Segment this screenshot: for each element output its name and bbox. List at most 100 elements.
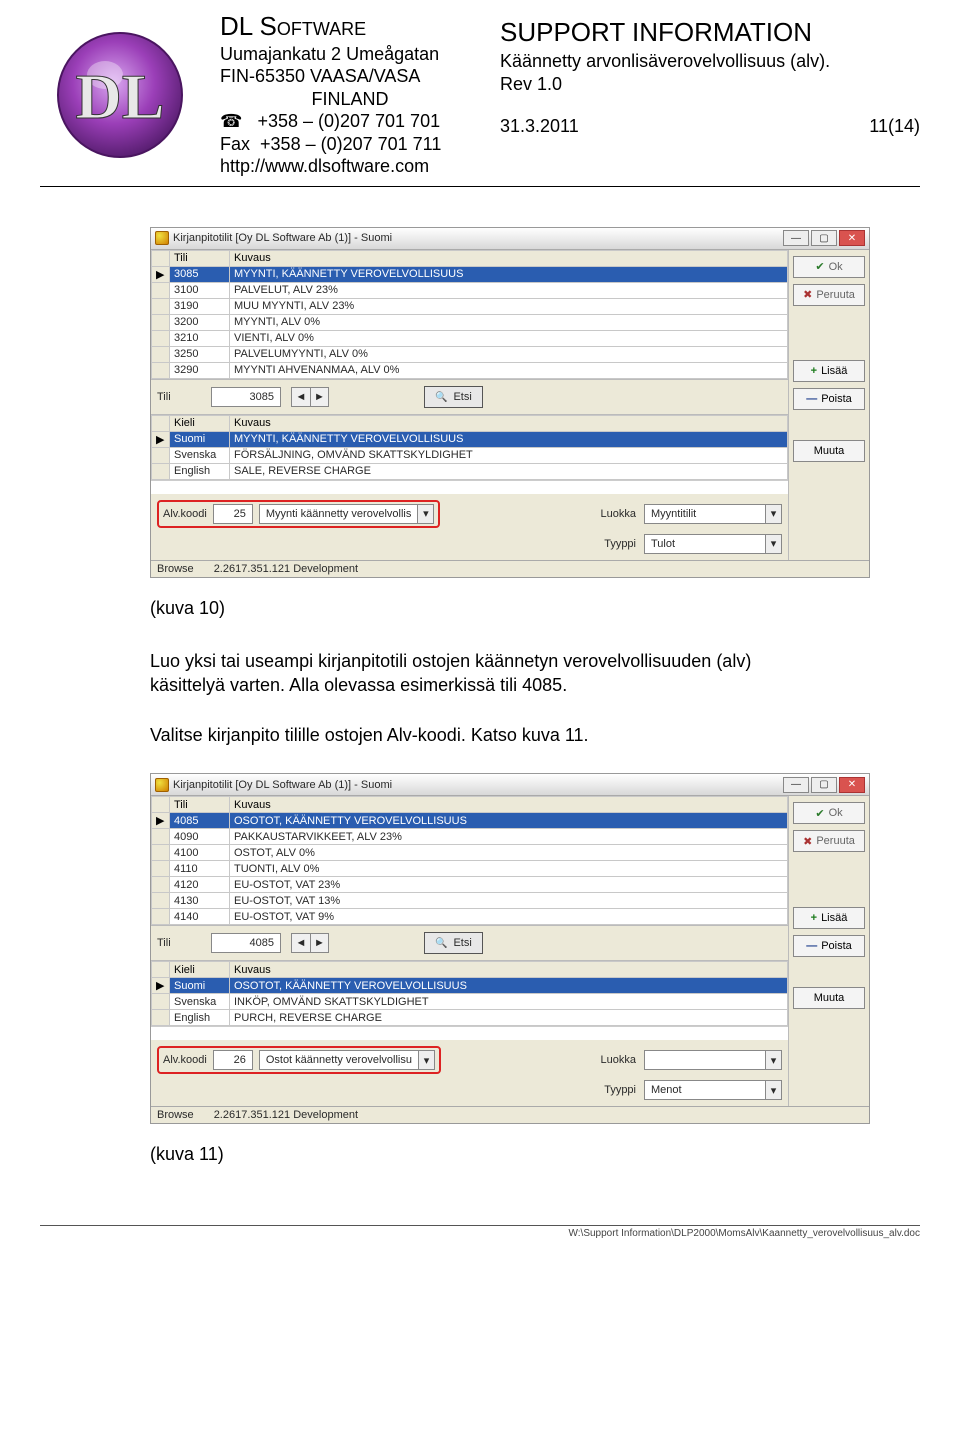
alv-label: Alv.koodi xyxy=(163,508,207,520)
nav-arrows[interactable]: ◄► xyxy=(291,387,329,407)
check-icon xyxy=(815,260,824,273)
prev-icon[interactable]: ◄ xyxy=(292,388,310,406)
alv-highlight: Alv.koodi 25 Myynti käännetty verovelvol… xyxy=(157,500,440,528)
next-icon[interactable]: ► xyxy=(310,388,328,406)
x-icon xyxy=(803,835,812,848)
table-row: 4100OSTOT, ALV 0% xyxy=(152,845,788,861)
add-button[interactable]: +Lisää xyxy=(793,360,865,382)
figure-caption-11: (kuva 11) xyxy=(150,1144,920,1165)
table-row: 3200MYYNTI, ALV 0% xyxy=(152,314,788,330)
language-table[interactable]: KieliKuvaus ▶SuomiMYYNTI, KÄÄNNETTY VERO… xyxy=(151,415,788,480)
plus-icon: + xyxy=(811,365,817,377)
tili-label: Tili xyxy=(157,391,201,403)
chevron-down-icon[interactable]: ▾ xyxy=(417,505,433,523)
col-tili[interactable]: Tili xyxy=(170,797,230,813)
chevron-down-icon[interactable]: ▾ xyxy=(765,535,781,553)
table-row: 3210VIENTI, ALV 0% xyxy=(152,330,788,346)
search-icon xyxy=(435,391,447,403)
edit-button[interactable]: Muuta xyxy=(793,440,865,462)
minimize-button[interactable]: — xyxy=(783,230,809,246)
window-title: Kirjanpitotilit [Oy DL Software Ab (1)] … xyxy=(173,232,392,244)
table-row: 3250PALVELUMYYNTI, ALV 0% xyxy=(152,346,788,362)
table-row: 3290MYYNTI AHVENANMAA, ALV 0% xyxy=(152,362,788,378)
chevron-down-icon[interactable]: ▾ xyxy=(765,505,781,523)
ok-button[interactable]: Ok xyxy=(793,256,865,278)
support-title: SUPPORT INFORMATION xyxy=(500,16,920,50)
prev-icon[interactable]: ◄ xyxy=(292,934,310,952)
alv-combo[interactable]: Myynti käännetty verovelvollis▾ xyxy=(259,504,435,524)
add-button[interactable]: +Lisää xyxy=(793,907,865,929)
table-row: 4140EU-OSTOT, VAT 9% xyxy=(152,909,788,925)
language-table[interactable]: KieliKuvaus ▶SuomiOSOTOT, KÄÄNNETTY VERO… xyxy=(151,961,788,1026)
tyyppi-label: Tyyppi xyxy=(604,538,636,550)
luokka-combo[interactable]: ▾ xyxy=(644,1050,782,1070)
page-number: 11(14) xyxy=(869,115,920,138)
body-paragraph: Valitse kirjanpito tilille ostojen Alv-k… xyxy=(150,723,810,747)
tili-input[interactable]: 3085 xyxy=(211,387,281,407)
minus-icon: — xyxy=(806,393,817,405)
table-row: ▶SuomiMYYNTI, KÄÄNNETTY VEROVELVOLLISUUS xyxy=(152,431,788,447)
check-icon xyxy=(815,807,824,820)
screenshot-kuva-10: Kirjanpitotilit [Oy DL Software Ab (1)] … xyxy=(150,227,870,578)
col-kuvaus[interactable]: Kuvaus xyxy=(230,250,788,266)
col-kuvaus[interactable]: Kuvaus xyxy=(230,797,788,813)
ok-button[interactable]: Ok xyxy=(793,802,865,824)
tili-input[interactable]: 4085 xyxy=(211,933,281,953)
close-button[interactable]: ✕ xyxy=(839,777,865,793)
alv-combo[interactable]: Ostot käännetty verovelvollisu▾ xyxy=(259,1050,435,1070)
minimize-button[interactable]: — xyxy=(783,777,809,793)
table-row: 4110TUONTI, ALV 0% xyxy=(152,861,788,877)
table-row: 3190MUU MYYNTI, ALV 23% xyxy=(152,298,788,314)
accounts-table[interactable]: TiliKuvaus ▶3085MYYNTI, KÄÄNNETTY VEROVE… xyxy=(151,250,788,379)
col-tili[interactable]: Tili xyxy=(170,250,230,266)
col-kieli[interactable]: Kieli xyxy=(170,415,230,431)
phone-line: ☎ +358 – (0)207 701 701 xyxy=(220,110,480,133)
maximize-button[interactable]: ▢ xyxy=(811,230,837,246)
table-row: ▶3085MYYNTI, KÄÄNNETTY VEROVELVOLLISUUS xyxy=(152,266,788,282)
tyyppi-combo[interactable]: Menot▾ xyxy=(644,1080,782,1100)
app-icon xyxy=(155,231,169,245)
chevron-down-icon[interactable]: ▾ xyxy=(765,1051,781,1069)
nav-arrows[interactable]: ◄► xyxy=(291,933,329,953)
edit-button[interactable]: Muuta xyxy=(793,987,865,1009)
alv-code-input[interactable]: 26 xyxy=(213,1050,253,1070)
svg-text:DL: DL xyxy=(76,61,165,132)
cancel-button[interactable]: Peruuta xyxy=(793,830,865,852)
close-button[interactable]: ✕ xyxy=(839,230,865,246)
col-kuvaus[interactable]: Kuvaus xyxy=(230,415,788,431)
luokka-combo[interactable]: Myyntitilit▾ xyxy=(644,504,782,524)
search-button[interactable]: Etsi xyxy=(424,932,483,954)
support-subtitle: Käännetty arvonlisäverovelvollisuus (alv… xyxy=(500,50,920,73)
col-kuvaus[interactable]: Kuvaus xyxy=(230,962,788,978)
next-icon[interactable]: ► xyxy=(310,934,328,952)
minus-icon: — xyxy=(806,940,817,952)
table-row: SvenskaINKÖP, OMVÄND SKATTSKYLDIGHET xyxy=(152,994,788,1010)
table-row: 4090PAKKAUSTARVIKKEET, ALV 23% xyxy=(152,829,788,845)
chevron-down-icon[interactable]: ▾ xyxy=(765,1081,781,1099)
table-row: SvenskaFÖRSÄLJNING, OMVÄND SKATTSKYLDIGH… xyxy=(152,447,788,463)
document-date: 31.3.2011 xyxy=(500,115,579,138)
header-divider xyxy=(40,186,920,187)
maximize-button[interactable]: ▢ xyxy=(811,777,837,793)
delete-button[interactable]: —Poista xyxy=(793,935,865,957)
phone-icon: ☎ xyxy=(220,111,242,131)
table-row: 3100PALVELUT, ALV 23% xyxy=(152,282,788,298)
support-info-block: SUPPORT INFORMATION Käännetty arvonlisäv… xyxy=(500,10,920,138)
x-icon xyxy=(803,288,812,301)
tyyppi-combo[interactable]: Tulot▾ xyxy=(644,534,782,554)
tyyppi-label: Tyyppi xyxy=(604,1084,636,1096)
address-line: FIN-65350 VAASA/VASA xyxy=(220,65,480,88)
status-version: 2.2617.351.121 Development xyxy=(214,1109,358,1121)
alv-label: Alv.koodi xyxy=(163,1054,207,1066)
cancel-button[interactable]: Peruuta xyxy=(793,284,865,306)
status-version: 2.2617.351.121 Development xyxy=(214,563,358,575)
status-mode: Browse xyxy=(157,1109,194,1121)
accounts-table[interactable]: TiliKuvaus ▶4085OSOTOT, KÄÄNNETTY VEROVE… xyxy=(151,796,788,925)
table-row: EnglishPURCH, REVERSE CHARGE xyxy=(152,1010,788,1026)
col-kieli[interactable]: Kieli xyxy=(170,962,230,978)
alv-highlight: Alv.koodi 26 Ostot käännetty verovelvoll… xyxy=(157,1046,441,1074)
search-button[interactable]: Etsi xyxy=(424,386,483,408)
chevron-down-icon[interactable]: ▾ xyxy=(418,1051,434,1069)
alv-code-input[interactable]: 25 xyxy=(213,504,253,524)
delete-button[interactable]: —Poista xyxy=(793,388,865,410)
